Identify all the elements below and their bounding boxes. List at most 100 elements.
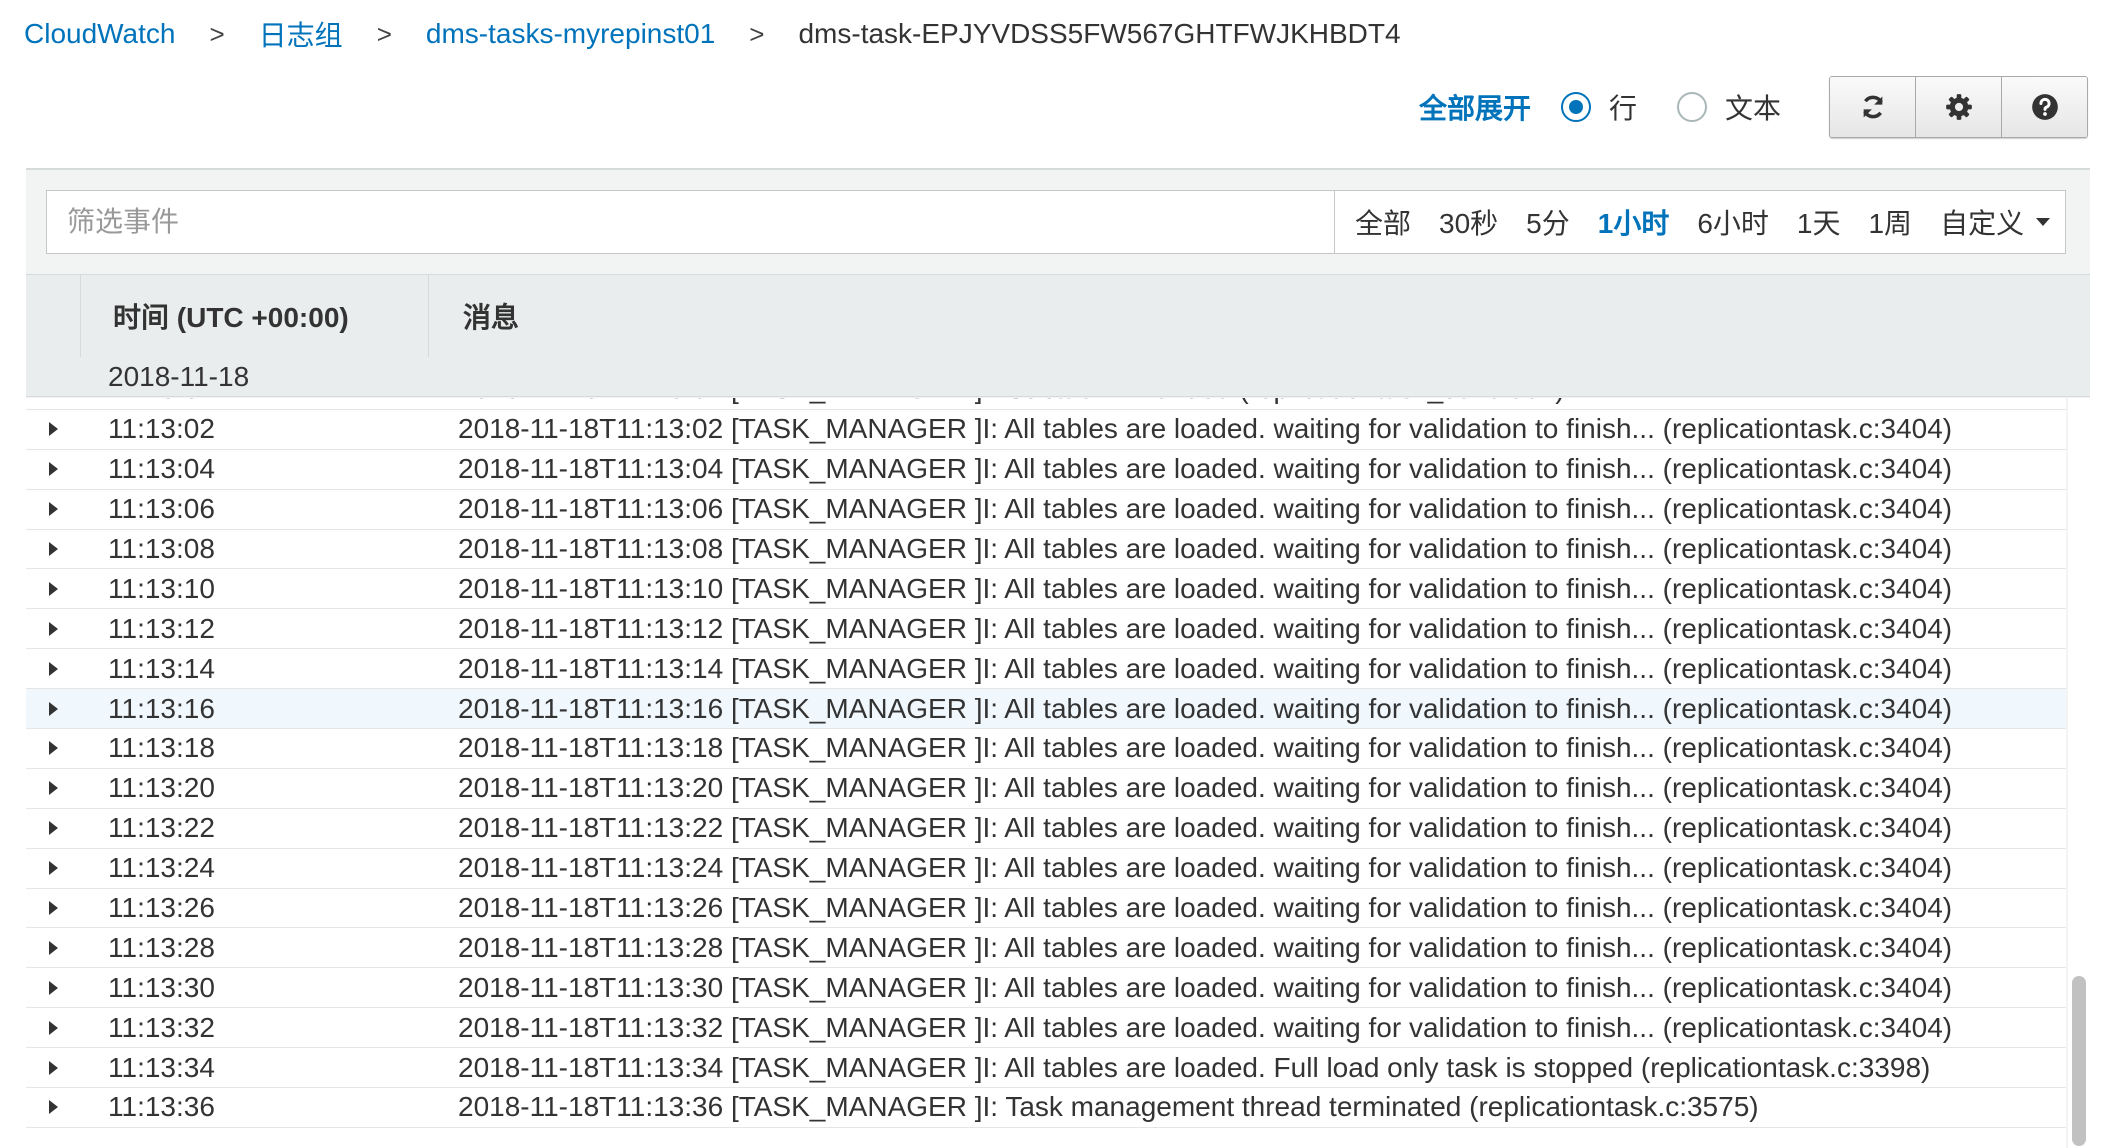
log-event-row[interactable]: 11:13:04 2018-11-18T11:13:04 [TASK_MANAGE… bbox=[26, 449, 2066, 490]
log-event-row[interactable]: 11:13:14 2018-11-18T11:13:14 [TASK_MANAGE… bbox=[26, 649, 2066, 690]
expand-row-icon[interactable] bbox=[26, 861, 80, 876]
time-column-header[interactable]: 时间 (UTC +00:00) bbox=[81, 275, 429, 357]
caret-right-icon bbox=[48, 1020, 58, 1035]
log-event-message: 2018-11-18T11:13:34 [TASK_MANAGER ]I: Al… bbox=[458, 1051, 1931, 1083]
breadcrumb-cloudwatch-link[interactable]: CloudWatch bbox=[24, 18, 175, 50]
view-row-radio[interactable] bbox=[1560, 92, 1591, 122]
expand-row-icon[interactable] bbox=[26, 901, 80, 916]
caret-right-icon bbox=[48, 821, 58, 836]
log-event-message: 2018-11-18T11:13:16 [TASK_MANAGER ]I: Al… bbox=[458, 692, 1953, 724]
expand-row-icon[interactable] bbox=[26, 741, 80, 756]
log-event-message: 2018-11-18T11:13:06 [TASK_MANAGER ]I: Al… bbox=[458, 493, 1953, 525]
breadcrumb-current-stream: dms-task-EPJYVDSS5FW567GHTFWJKHBDT4 bbox=[798, 18, 1401, 49]
chevron-right-icon: > bbox=[749, 18, 765, 49]
refresh-button[interactable] bbox=[1830, 77, 1915, 137]
range-5m[interactable]: 5分 bbox=[1526, 202, 1570, 242]
log-event-time: 11:13:36 bbox=[108, 1091, 215, 1123]
breadcrumb-log-group-link[interactable]: dms-tasks-myrepinst01 bbox=[426, 18, 715, 50]
log-event-row[interactable]: 11:13:08 2018-11-18T11:13:08 [TASK_MANAGE… bbox=[26, 529, 2066, 570]
expand-row-icon[interactable] bbox=[26, 1060, 80, 1075]
caret-down-icon bbox=[2036, 218, 2051, 226]
expand-row-icon[interactable] bbox=[26, 1020, 80, 1035]
caret-right-icon bbox=[48, 861, 58, 876]
caret-right-icon bbox=[48, 581, 58, 596]
expand-column-header bbox=[26, 275, 81, 357]
breadcrumb: CloudWatch > 日志组 > dms-tasks-myrepinst01… bbox=[24, 12, 1401, 56]
expand-row-icon[interactable] bbox=[26, 781, 80, 796]
log-event-time: 11:13:12 bbox=[108, 612, 215, 644]
log-event-time: 11:13:28 bbox=[108, 931, 215, 963]
caret-right-icon bbox=[48, 542, 58, 556]
log-event-message: 2018-11-18T11:13:02 [TASK_MANAGER ]I: Su… bbox=[428, 398, 2066, 405]
help-button[interactable] bbox=[2001, 77, 2087, 137]
log-event-row[interactable]: 11:13:30 2018-11-18T11:13:30 [TASK_MANAGE… bbox=[26, 968, 2066, 1009]
expand-row-icon[interactable] bbox=[26, 661, 80, 676]
message-column-header[interactable]: 消息 bbox=[429, 275, 2090, 357]
log-event-message: 2018-11-18T11:13:22 [TASK_MANAGER ]I: Al… bbox=[458, 812, 1953, 844]
log-event-row[interactable]: 11:13:16 2018-11-18T11:13:16 [TASK_MANAGE… bbox=[26, 689, 2066, 730]
log-event-time: 11:13:32 bbox=[108, 1011, 215, 1043]
expand-row-icon[interactable] bbox=[26, 422, 80, 437]
log-event-row[interactable]: 11:13:12 2018-11-18T11:13:12 [TASK_MANAGE… bbox=[26, 609, 2066, 650]
expand-row-icon[interactable] bbox=[26, 821, 80, 836]
page-scrollbar-thumb[interactable] bbox=[2072, 976, 2086, 1146]
log-event-row[interactable]: 11:13:32 2018-11-18T11:13:32 [TASK_MANAGE… bbox=[26, 1008, 2066, 1049]
log-event-row[interactable]: 11:13:24 2018-11-18T11:13:24 [TASK_MANAGE… bbox=[26, 848, 2066, 889]
log-event-row[interactable]: 11:13:10 2018-11-18T11:13:10 [TASK_MANAGE… bbox=[26, 569, 2066, 610]
caret-right-icon bbox=[48, 502, 58, 517]
expand-row-icon[interactable] bbox=[26, 542, 80, 556]
log-event-row[interactable]: 11:13:022018-11-18T11:13:02 [TASK_MANAGE… bbox=[26, 409, 2066, 450]
log-event-row[interactable]: 11:13:22 2018-11-18T11:13:22 [TASK_MANAGE… bbox=[26, 808, 2066, 849]
log-event-row[interactable]: 11:13:36 2018-11-18T11:13:36 [TASK_MANAGE… bbox=[26, 1088, 2066, 1128]
range-30s[interactable]: 30秒 bbox=[1439, 202, 1498, 242]
breadcrumb-log-groups-link[interactable]: 日志组 bbox=[259, 14, 343, 54]
range-all[interactable]: 全部 bbox=[1355, 202, 1411, 242]
range-custom-label: 自定义 bbox=[1940, 208, 2025, 239]
log-event-time: 11:13:06 bbox=[108, 493, 215, 525]
range-6h[interactable]: 6小时 bbox=[1697, 202, 1769, 242]
log-event-row[interactable]: 11:13:20 2018-11-18T11:13:20 [TASK_MANAGE… bbox=[26, 768, 2066, 809]
expand-row-icon[interactable] bbox=[26, 701, 80, 716]
log-event-list[interactable]: 11:13:02 2018-11-18T11:13:02 [TASK_MANAGE… bbox=[26, 398, 2066, 1148]
log-event-time: 11:13:18 bbox=[108, 732, 215, 764]
log-event-message: 2018-11-18T11:13:20 [TASK_MANAGER ]I: Al… bbox=[458, 772, 1953, 804]
range-1w[interactable]: 1周 bbox=[1868, 202, 1912, 242]
log-event-message: 2018-11-18T11:13:12 [TASK_MANAGER ]I: Al… bbox=[458, 612, 1953, 644]
expand-all-link[interactable]: 全部展开 bbox=[1419, 87, 1531, 127]
log-event-time: 11:13:26 bbox=[108, 892, 215, 924]
caret-right-icon bbox=[48, 781, 58, 796]
view-text-radio[interactable] bbox=[1676, 92, 1707, 122]
gear-icon bbox=[1945, 94, 1972, 120]
log-event-row[interactable]: 11:13:28 2018-11-18T11:13:28 [TASK_MANAGE… bbox=[26, 928, 2066, 969]
log-event-time: 11:13:14 bbox=[108, 652, 215, 684]
expand-row-icon[interactable] bbox=[26, 940, 80, 955]
caret-right-icon bbox=[48, 462, 58, 477]
expand-row-icon[interactable] bbox=[26, 581, 80, 596]
log-event-row[interactable]: 11:13:022018-11-18T11:13:02 [TASK_MANAGE… bbox=[26, 398, 2066, 410]
settings-button[interactable] bbox=[1915, 77, 2001, 137]
range-custom-dropdown[interactable]: 自定义 bbox=[1940, 202, 2051, 242]
range-1d[interactable]: 1天 bbox=[1797, 202, 1841, 242]
log-event-row[interactable]: 11:13:26 2018-11-18T11:13:26 [TASK_MANAGE… bbox=[26, 888, 2066, 929]
expand-row-icon[interactable] bbox=[26, 1100, 80, 1115]
log-event-row[interactable]: 11:13:06 2018-11-18T11:13:06 [TASK_MANAGE… bbox=[26, 489, 2066, 530]
range-1h[interactable]: 1小时 bbox=[1598, 202, 1670, 242]
log-event-time: 11:13:20 bbox=[108, 772, 215, 804]
log-event-message: 2018-11-18T11:13:04 [TASK_MANAGER ]I: Al… bbox=[458, 453, 1953, 485]
log-event-time: 11:13:08 bbox=[108, 533, 215, 564]
time-range-selector: 全部 30秒 5分 1小时 6小时 1天 1周 自定义 bbox=[1335, 191, 2051, 253]
expand-row-icon[interactable] bbox=[26, 502, 80, 517]
log-event-row[interactable]: 11:13:34 2018-11-18T11:13:34 [TASK_MANAGE… bbox=[26, 1048, 2066, 1089]
expand-row-icon[interactable] bbox=[26, 462, 80, 477]
expand-row-icon[interactable] bbox=[26, 980, 80, 995]
log-event-time: 11:13:30 bbox=[108, 971, 215, 1003]
filter-events-input[interactable] bbox=[47, 191, 1335, 253]
caret-right-icon bbox=[48, 940, 58, 955]
toolbar-button-group bbox=[1829, 76, 2088, 138]
help-icon bbox=[2031, 94, 2058, 120]
caret-right-icon bbox=[48, 621, 58, 636]
log-event-row[interactable]: 11:13:18 2018-11-18T11:13:18 [TASK_MANAGE… bbox=[26, 729, 2066, 769]
expand-row-icon[interactable] bbox=[26, 621, 80, 636]
log-event-message: 2018-11-18T11:13:26 [TASK_MANAGER ]I: Al… bbox=[458, 892, 1953, 924]
caret-right-icon bbox=[48, 1060, 58, 1075]
